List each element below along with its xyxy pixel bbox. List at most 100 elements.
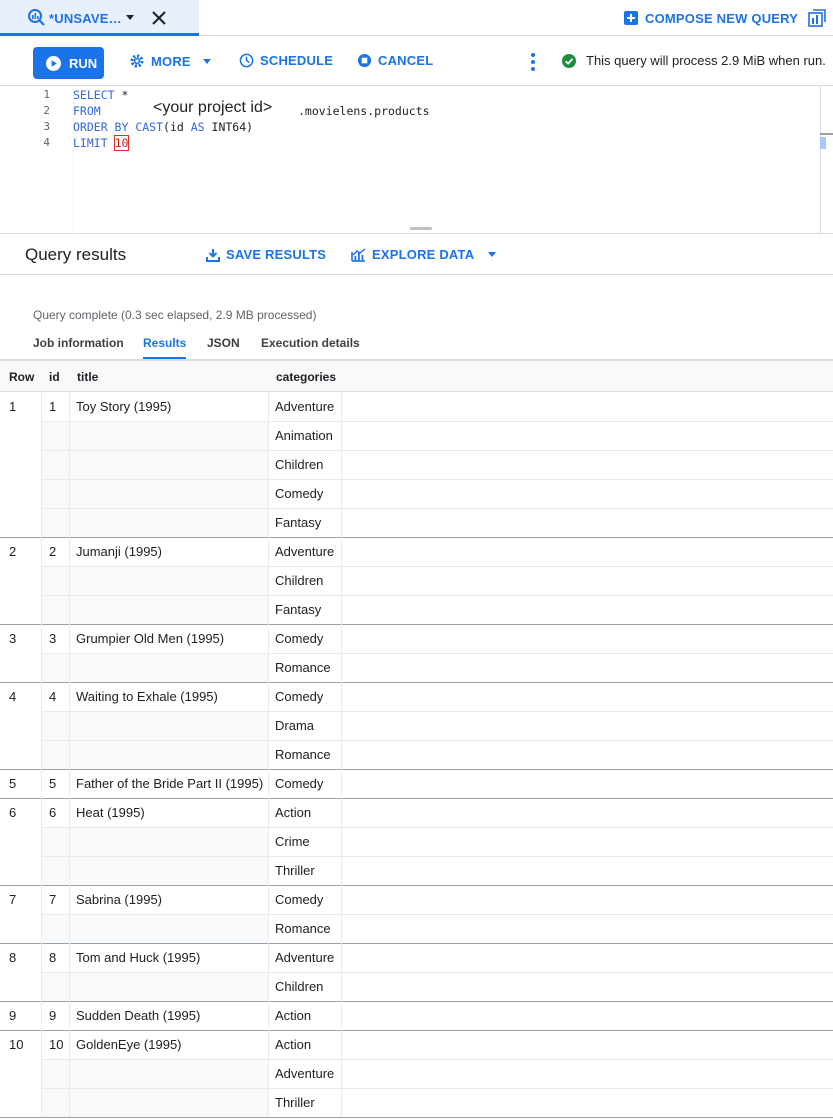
stop-icon — [357, 53, 372, 68]
repeated-row-shade — [41, 566, 268, 595]
table-header: Row id title categories — [0, 360, 833, 392]
column-divider — [41, 798, 42, 885]
explore-data-button[interactable]: EXPLORE DATA — [351, 247, 496, 262]
id-cell: 3 — [49, 631, 56, 646]
table-row-divider — [0, 624, 833, 625]
repeated-row-shade — [41, 856, 268, 885]
clock-icon — [239, 53, 254, 68]
keyword: AS — [191, 120, 205, 134]
code-text: INT64) — [205, 120, 253, 134]
table-row-divider — [0, 682, 833, 683]
category-cell: Comedy — [275, 486, 323, 501]
sub-row-divider — [41, 1059, 833, 1060]
keyword: FROM — [73, 104, 101, 118]
category-cell: Action — [275, 1008, 311, 1023]
save-results-button[interactable]: SAVE RESULTS — [206, 247, 326, 262]
play-icon — [46, 56, 61, 71]
editor-resize-handle[interactable] — [410, 227, 432, 230]
tab-json[interactable]: JSON — [207, 336, 240, 357]
editor-scrollbar[interactable] — [820, 86, 833, 233]
column-divider — [341, 392, 342, 537]
chart-panel-icon[interactable] — [808, 9, 826, 27]
column-divider — [69, 1030, 70, 1117]
tab-job-information[interactable]: Job information — [33, 336, 124, 357]
column-divider — [341, 798, 342, 885]
repeated-row-shade — [41, 421, 268, 450]
title-cell: Sabrina (1995) — [76, 892, 162, 907]
scrollbar-marker — [820, 133, 833, 135]
column-divider — [69, 392, 70, 537]
repeated-row-shade — [41, 450, 268, 479]
title-cell: Heat (1995) — [76, 805, 145, 820]
check-circle-icon — [562, 54, 576, 68]
sub-row-divider — [41, 653, 833, 654]
schedule-button[interactable]: SCHEDULE — [239, 53, 333, 68]
title-cell: Sudden Death (1995) — [76, 1008, 200, 1023]
cancel-button[interactable]: CANCEL — [357, 53, 433, 68]
column-divider — [69, 1001, 70, 1030]
header-categories: categories — [276, 370, 336, 384]
save-results-label: SAVE RESULTS — [226, 247, 326, 262]
schedule-label: SCHEDULE — [260, 53, 333, 68]
category-cell: Action — [275, 1037, 311, 1052]
category-cell: Adventure — [275, 1066, 334, 1081]
header-row: Row — [9, 370, 34, 384]
code-line-3: ORDER BY CAST(id AS INT64) — [73, 120, 253, 134]
table-row-divider — [0, 537, 833, 538]
tab-label: *UNSAVE… — [49, 11, 122, 26]
category-cell: Animation — [275, 428, 333, 443]
sql-editor[interactable]: 1 2 3 4 SELECT * FROM <your project id> … — [0, 86, 833, 234]
run-label: RUN — [69, 56, 97, 71]
column-divider — [268, 392, 269, 537]
tab-results[interactable]: Results — [143, 336, 186, 359]
table-row-divider — [0, 1001, 833, 1002]
column-divider — [268, 682, 269, 769]
sub-row-divider — [41, 711, 833, 712]
repeated-row-shade — [41, 914, 268, 943]
tab-menu-caret-icon[interactable] — [126, 15, 134, 20]
more-vert-icon[interactable] — [530, 52, 536, 72]
column-divider — [341, 1001, 342, 1030]
line-number: 3 — [30, 120, 50, 133]
compose-label: COMPOSE NEW QUERY — [645, 11, 798, 26]
title-cell: Grumpier Old Men (1995) — [76, 631, 224, 646]
row-number-cell: 3 — [9, 631, 16, 646]
sub-row-divider — [41, 566, 833, 567]
column-divider — [268, 769, 269, 798]
category-cell: Fantasy — [275, 515, 321, 530]
category-cell: Comedy — [275, 776, 323, 791]
run-button[interactable]: RUN — [33, 47, 104, 79]
category-cell: Children — [275, 979, 323, 994]
category-cell: Comedy — [275, 892, 323, 907]
code-line-1: SELECT * — [73, 88, 128, 102]
sub-row-divider — [41, 421, 833, 422]
sub-row-divider — [41, 856, 833, 857]
column-divider — [41, 537, 42, 624]
more-button[interactable]: MORE — [129, 53, 211, 69]
id-cell: 2 — [49, 544, 56, 559]
keyword: SELECT — [73, 88, 115, 102]
column-divider — [268, 537, 269, 624]
table-row-divider — [0, 943, 833, 944]
repeated-row-shade — [41, 711, 268, 740]
table-row-divider — [0, 885, 833, 886]
close-icon[interactable] — [150, 9, 168, 27]
query-tab[interactable]: *UNSAVE… — [0, 0, 199, 36]
tab-bar: *UNSAVE… COMPOSE NEW QUERY — [0, 0, 833, 36]
number-literal: 10 — [115, 136, 129, 150]
chevron-down-icon — [488, 252, 496, 257]
title-cell: Father of the Bride Part II (1995) — [76, 776, 263, 791]
row-number-cell: 4 — [9, 689, 16, 704]
row-number-cell: 7 — [9, 892, 16, 907]
compose-new-query-button[interactable]: COMPOSE NEW QUERY — [624, 10, 798, 26]
status-text: This query will process 2.9 MiB when run… — [586, 53, 826, 68]
category-cell: Adventure — [275, 399, 334, 414]
repeated-row-shade — [41, 1088, 268, 1117]
sub-row-divider — [41, 972, 833, 973]
category-cell: Comedy — [275, 631, 323, 646]
category-cell: Thriller — [275, 1095, 315, 1110]
project-id-placeholder: <your project id> — [153, 99, 272, 117]
row-number-cell: 2 — [9, 544, 16, 559]
category-cell: Fantasy — [275, 602, 321, 617]
tab-execution-details[interactable]: Execution details — [261, 336, 360, 357]
